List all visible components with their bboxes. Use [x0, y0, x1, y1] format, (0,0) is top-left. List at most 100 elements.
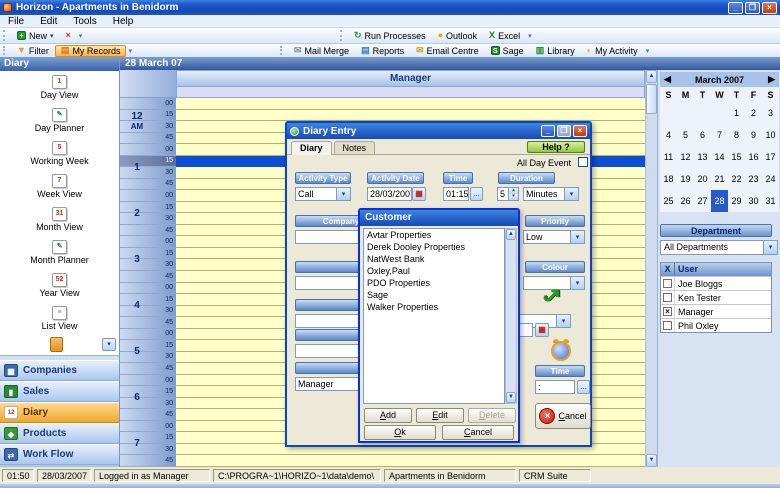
dropdown-arrow-icon[interactable]: ▾ — [556, 315, 570, 327]
calendar-day-27[interactable]: 27 — [694, 190, 711, 212]
sidebar-view-day-planner[interactable]: ✎Day Planner — [0, 104, 119, 137]
toolbar-button-library[interactable]: ▥Library — [530, 45, 581, 57]
calendar-day-4[interactable]: 4 — [660, 124, 677, 146]
sidebar-item-sales[interactable]: ▮Sales — [0, 381, 119, 402]
toolbar-button-delete-record[interactable]: × — [60, 30, 77, 42]
calendar-day-7[interactable]: 7 — [711, 124, 728, 146]
calendar-day-13[interactable]: 13 — [694, 146, 711, 168]
calendar-day-21[interactable]: 21 — [711, 168, 728, 190]
tab-diary[interactable]: Diary — [291, 141, 332, 155]
toolbar-button-filter[interactable]: ▼Filter — [11, 45, 55, 57]
dialog-cancel-button[interactable]: × Cancel — [535, 403, 591, 429]
time-picker-button[interactable]: ... — [470, 187, 483, 201]
user-row-phil-oxley[interactable]: Phil Oxley — [661, 318, 771, 332]
add-button[interactable]: Add — [364, 408, 412, 423]
scroll-down-icon[interactable]: ▼ — [646, 454, 657, 467]
calendar-day-18[interactable]: 18 — [660, 168, 677, 190]
help-button[interactable]: Help ? — [527, 141, 585, 153]
sidebar-view-week-view[interactable]: 7Week View — [0, 170, 119, 203]
customer-item-pdo-properties[interactable]: PDO Properties — [364, 277, 504, 289]
sidebar-view-month-view[interactable]: 31Month View — [0, 203, 119, 236]
sidebar-view-working-week[interactable]: 5Working Week — [0, 137, 119, 170]
scroll-up-icon[interactable]: ▲ — [506, 229, 516, 240]
toolbar-grip[interactable] — [280, 46, 285, 55]
edit-button[interactable]: Edit — [416, 408, 464, 423]
user-checkbox[interactable] — [663, 321, 672, 330]
duration-unit-select[interactable]: Minutes ▾ — [523, 187, 579, 201]
dialog-title-bar[interactable]: Diary Entry _ ❐ × — [287, 123, 590, 139]
menu-item-file[interactable]: File — [0, 16, 32, 27]
customer-popup-title[interactable]: Customer — [360, 210, 518, 226]
sidebar-overflow-button[interactable]: ▾ — [102, 338, 116, 351]
calendar-day-14[interactable]: 14 — [711, 146, 728, 168]
calendar-day-12[interactable]: 12 — [677, 146, 694, 168]
dropdown-arrow-icon[interactable]: ▾ — [763, 241, 777, 254]
sidebar-view-list-view[interactable]: ≡List View — [0, 302, 119, 333]
time-slot[interactable] — [176, 98, 645, 110]
menu-item-tools[interactable]: Tools — [65, 16, 104, 27]
dropdown-arrow-icon[interactable]: ▾ — [336, 188, 350, 200]
calendar-day-23[interactable]: 23 — [745, 168, 762, 190]
time-input[interactable]: 01:15 — [443, 187, 469, 201]
calendar-next-icon[interactable]: ▶ — [768, 74, 775, 85]
scroll-up-icon[interactable]: ▲ — [646, 70, 657, 83]
calendar-day-19[interactable]: 19 — [677, 168, 694, 190]
calendar-prev-icon[interactable]: ◀ — [664, 74, 671, 85]
clipboard-icon[interactable] — [50, 337, 63, 352]
sidebar-item-companies[interactable]: ▦Companies — [0, 360, 119, 381]
sidebar-view-month-planner[interactable]: ✎Month Planner — [0, 236, 119, 269]
customer-item-oxley-paul[interactable]: Oxley,Paul — [364, 265, 504, 277]
menu-item-edit[interactable]: Edit — [32, 16, 65, 27]
toolbar-button-email-centre[interactable]: ✉Email Centre — [410, 45, 485, 57]
date-picker-icon[interactable]: ▦ — [412, 187, 426, 201]
all-day-row[interactable] — [176, 87, 645, 98]
scroll-down-icon[interactable]: ▼ — [506, 392, 516, 403]
customer-item-derek-dooley-properties[interactable]: Derek Dooley Properties — [364, 241, 504, 253]
priority-select[interactable]: Low ▾ — [523, 230, 585, 244]
diary-scrollbar[interactable]: ▲ ▼ — [645, 70, 657, 467]
sidebar-view-year-view[interactable]: 52Year View — [0, 269, 119, 302]
calendar-day-20[interactable]: 20 — [694, 168, 711, 190]
sidebar-item-products[interactable]: ◆Products — [0, 423, 119, 444]
calendar-day-24[interactable]: 24 — [762, 168, 779, 190]
calendar-day-26[interactable]: 26 — [677, 190, 694, 212]
dialog-minimize-button[interactable]: _ — [541, 125, 555, 137]
scrollbar-thumb[interactable] — [646, 84, 657, 114]
minimize-button[interactable]: _ — [728, 2, 743, 14]
all-day-event-checkbox[interactable] — [578, 157, 588, 167]
calendar-day-16[interactable]: 16 — [745, 146, 762, 168]
toolbar-button-outlook[interactable]: ●Outlook — [432, 30, 483, 42]
popup-ok-button[interactable]: Ok — [364, 425, 436, 440]
toolbar-overflow-icon[interactable]: ▾ — [526, 32, 534, 40]
customer-item-natwest-bank[interactable]: NatWest Bank — [364, 253, 504, 265]
customer-scrollbar[interactable]: ▲ ▼ — [505, 228, 517, 404]
toolbar-button-my-records[interactable]: ▤My Records — [55, 45, 127, 57]
calendar-day-30[interactable]: 30 — [745, 190, 762, 212]
activity-date-input[interactable]: 28/03/2007 — [367, 187, 412, 201]
reminder-time-input[interactable]: : — [535, 380, 575, 394]
calendar-day-22[interactable]: 22 — [728, 168, 745, 190]
user-checkbox[interactable] — [663, 279, 672, 288]
user-row-ken-tester[interactable]: Ken Tester — [661, 290, 771, 304]
menu-item-help[interactable]: Help — [105, 16, 142, 27]
activity-type-select[interactable]: Call ▾ — [295, 187, 351, 201]
dropdown-arrow-icon[interactable]: ▾ — [564, 188, 578, 200]
reminder-time-picker-button[interactable]: ... — [577, 380, 590, 394]
toolbar-button-reports[interactable]: ▤Reports — [355, 45, 410, 57]
department-select[interactable]: All Departments ▾ — [660, 240, 778, 255]
calendar-day-2[interactable]: 2 — [745, 102, 762, 124]
popup-cancel-button[interactable]: Cancel — [442, 425, 514, 440]
tab-notes[interactable]: Notes — [334, 141, 376, 154]
duration-spinner[interactable]: 5 ▴▾ — [497, 187, 519, 201]
toolbar-button-my-activity[interactable]: ◐My Activity — [581, 45, 644, 57]
close-button[interactable]: × — [762, 2, 777, 14]
sidebar-view-day-view[interactable]: 1Day View — [0, 71, 119, 104]
toolbar-overflow-icon[interactable]: ▾ — [77, 32, 85, 40]
restore-button[interactable]: ❐ — [745, 2, 760, 14]
dialog-close-button[interactable]: × — [573, 125, 587, 137]
user-checkbox[interactable] — [663, 293, 672, 302]
user-row-manager[interactable]: ×Manager — [661, 304, 771, 318]
dropdown-arrow-icon[interactable]: ▾ — [570, 231, 584, 243]
toolbar-grip[interactable] — [3, 30, 8, 41]
sidebar-item-work-flow[interactable]: ⇄Work Flow — [0, 444, 119, 465]
